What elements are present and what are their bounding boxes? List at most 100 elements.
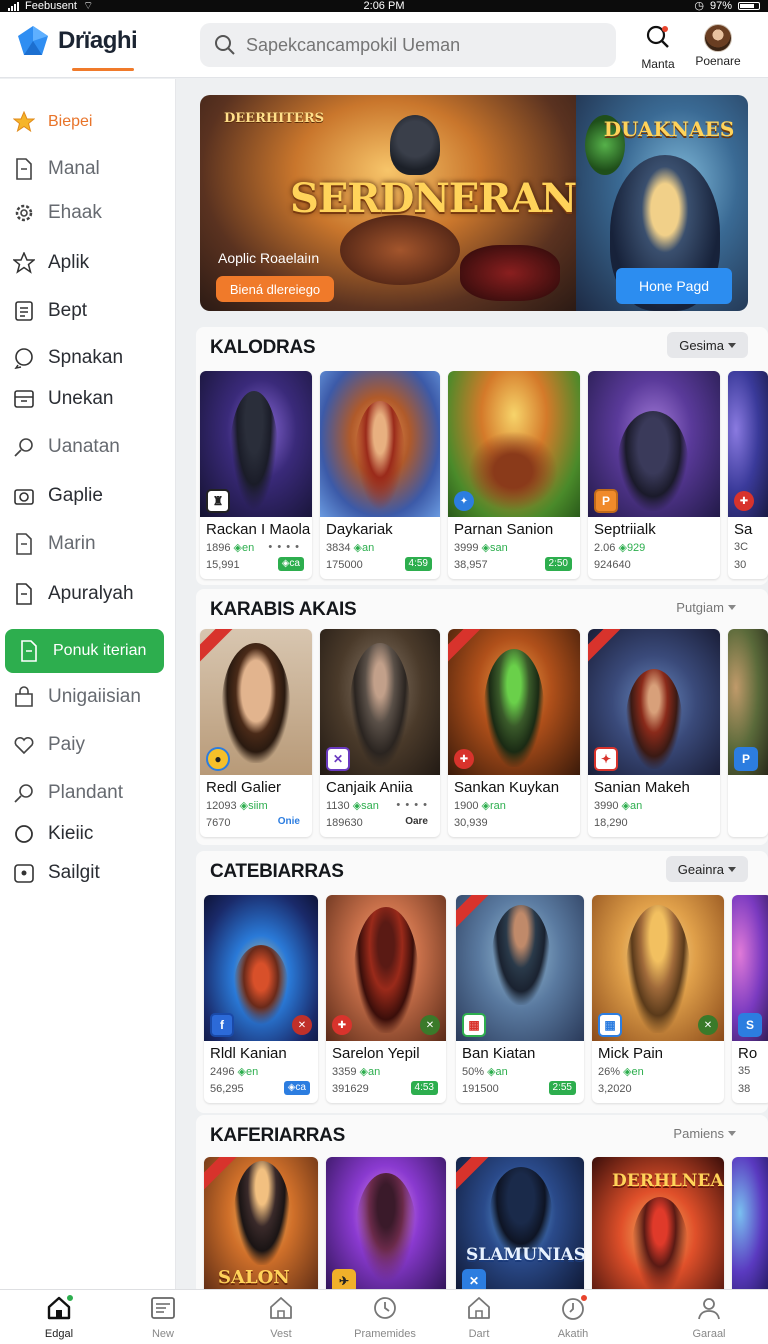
sidebar-item-marin[interactable]: Marin	[0, 524, 176, 564]
game-card[interactable]: ✦ Parnan Sanion 3999 ◈san 38,957 2:50	[448, 371, 580, 579]
game-card[interactable]: P Septriialk 2.06 ◈929 924640	[588, 371, 720, 579]
app-badge-icon: ●	[206, 747, 230, 771]
search-action-button[interactable]: Manta	[630, 24, 686, 71]
nav-label: Edgal	[44, 1328, 74, 1340]
search-bar[interactable]	[200, 23, 616, 67]
app-logo[interactable]: Drïaghi	[16, 24, 138, 58]
house-outline-icon	[267, 1294, 295, 1322]
game-title: Canjaik Aniia	[326, 779, 413, 796]
game-card[interactable]	[732, 1157, 768, 1289]
section-karabis-akais: KARABIS AKAIS Putgiam ● Redl Galier 1209…	[196, 589, 768, 845]
section-filter-dropdown[interactable]: Pamiens	[661, 1120, 748, 1146]
sidebar-item-label: Kieiic	[48, 823, 94, 844]
game-card[interactable]: ▦ ✕ Mick Pain 26% ◈en 3,2020	[592, 895, 724, 1103]
game-character	[468, 431, 558, 511]
banner-cta-button[interactable]: Biená dlereiego	[216, 276, 334, 302]
sidebar-item-paiy[interactable]: Paiy	[0, 725, 176, 765]
nav-label: Vest	[270, 1328, 292, 1340]
game-meta: 3990 ◈an	[594, 800, 643, 812]
sidebar-item-ehaak[interactable]: Ehaak	[0, 193, 176, 233]
game-card[interactable]: SALON	[204, 1157, 318, 1289]
game-character	[490, 1167, 552, 1257]
filter-label: Geainra	[677, 861, 724, 877]
filter-label: Putgiam	[676, 599, 724, 615]
section-kalodras: KALODRAS Gesima ♜ Rackan I Maola 1896 ◈e…	[196, 327, 768, 585]
section-filter-dropdown[interactable]: Putgiam	[664, 594, 748, 620]
nav-item-dart[interactable]: Dart	[434, 1294, 524, 1340]
alarm-icon: ◷	[694, 0, 704, 12]
status-badge: 2:55	[548, 1081, 576, 1095]
close-icon: ✕	[698, 1015, 718, 1035]
notification-dot	[580, 1294, 588, 1302]
chat-icon	[12, 346, 36, 370]
banner-home-button[interactable]: Hone Pagd	[616, 268, 732, 304]
sidebar-item-uanatan[interactable]: Uanatan	[0, 427, 176, 467]
chevron-down-icon	[728, 866, 736, 872]
game-card[interactable]: ✚ ✕ Sarelon Yepil 3359 ◈an 391629 4:53	[326, 895, 446, 1103]
sidebar-item-kieiic[interactable]: Kieiic	[0, 814, 176, 854]
sidebar-item-sailgit[interactable]: Sailgit	[0, 853, 176, 893]
sidebar-item-ponuk-iterian[interactable]: Ponuk iterian	[5, 629, 164, 673]
filter-label: Gesima	[679, 337, 724, 353]
nav-item-vest[interactable]: Vest	[236, 1294, 326, 1340]
sidebar-item-label: Gaplie	[48, 485, 103, 506]
section-filter-dropdown[interactable]: Gesima	[667, 332, 748, 358]
sidebar-item-unekan[interactable]: Unekan	[0, 379, 176, 419]
clock: 2:06 PM	[363, 0, 405, 12]
status-badge: ◈ca	[277, 557, 304, 571]
sidebar-item-manal[interactable]: Manal	[0, 149, 176, 189]
sidebar-item-label: Apuralyah	[48, 583, 134, 604]
game-card[interactable]: ♜ Rackan I Maola 1896 ◈en • • • • 15,991…	[200, 371, 312, 579]
sidebar: Biepei Manal Ehaak Aplik Bept Spnakan Un…	[0, 79, 176, 1289]
more-icon[interactable]: • • • •	[396, 799, 428, 811]
more-icon[interactable]: • • • •	[268, 541, 300, 553]
section-header: CATEBIARRAS Geainra	[196, 851, 768, 889]
search-input[interactable]	[246, 34, 596, 56]
game-card[interactable]: f ✕ Rldl Kanian 2496 ◈en 56,295 ◈ca	[204, 895, 318, 1103]
profile-button[interactable]: Poenare	[690, 24, 746, 68]
sidebar-item-label: Plandant	[48, 782, 124, 803]
nav-item-pramemides[interactable]: Pramemides	[340, 1294, 430, 1340]
game-meta: 26% ◈en	[598, 1066, 644, 1078]
section-filter-dropdown[interactable]: Geainra	[665, 856, 748, 882]
game-character	[350, 643, 410, 767]
sidebar-item-label: Paiy	[48, 734, 85, 755]
sidebar-item-biepei[interactable]: Biepei	[0, 102, 176, 142]
game-card[interactable]: Daykariak 3834 ◈an 175000 4:59	[320, 371, 440, 579]
sidebar-item-unigaiisian[interactable]: Unigaiisian	[0, 677, 176, 717]
status-badge: ◈ca	[283, 1081, 310, 1095]
game-card[interactable]: ● Redl Galier 12093 ◈siim 7670 Onie	[200, 629, 312, 837]
sidebar-item-plandant[interactable]: Plandant	[0, 773, 176, 813]
nav-item-edgal[interactable]: Edgal	[14, 1294, 104, 1340]
sidebar-item-apuralyah[interactable]: Apuralyah	[0, 574, 176, 614]
game-card[interactable]: ✈	[326, 1157, 446, 1289]
sidebar-item-bept[interactable]: Bept	[0, 291, 176, 331]
sidebar-item-aplik[interactable]: Aplik	[0, 243, 176, 283]
nav-item-garaal[interactable]: Garaal	[664, 1294, 754, 1340]
nav-item-new[interactable]: New	[118, 1294, 208, 1340]
sidebar-item-gaplie[interactable]: Gaplie	[0, 476, 176, 516]
game-card[interactable]: ✚ Sankan Kuykan 1900 ◈ran 30,939	[448, 629, 580, 837]
game-card[interactable]: S Ro 35 38	[732, 895, 768, 1103]
game-card[interactable]: DERHLNEAS	[592, 1157, 724, 1289]
game-card[interactable]: ✚ Sa 3C 30	[728, 371, 768, 579]
game-card[interactable]: ✦ Sanian Makeh 3990 ◈an 18,290	[588, 629, 720, 837]
game-meta: 3834 ◈an	[326, 542, 375, 554]
download-count: 30,939	[454, 817, 488, 829]
game-card[interactable]: ▦ Ban Kiatan 50% ◈an 191500 2:55	[456, 895, 584, 1103]
game-card[interactable]: P	[728, 629, 768, 837]
sidebar-item-label: Unigaiisian	[48, 686, 141, 707]
sidebar-item-spnakan[interactable]: Spnakan	[0, 338, 176, 378]
game-meta: 3999 ◈san	[454, 542, 508, 554]
sidebar-item-label: Aplik	[48, 252, 90, 273]
game-card[interactable]: ✕ Canjaik Aniia 1130 ◈san • • • • 189630…	[320, 629, 440, 837]
game-card[interactable]: SLAMUNIAS ✕	[456, 1157, 584, 1289]
game-title: Parnan Sanion	[454, 521, 554, 538]
game-meta: 1900 ◈ran	[454, 800, 506, 812]
nav-item-akatih[interactable]: Akatih	[528, 1294, 618, 1340]
status-badge: 4:59	[404, 557, 432, 571]
featured-banner[interactable]: DEERHITERS SERDNERAN DUAKNAES Aoplic Roa…	[200, 95, 748, 311]
download-count: 18,290	[594, 817, 628, 829]
game-title: Rackan I Maola	[206, 521, 311, 538]
close-icon: ✕	[420, 1015, 440, 1035]
